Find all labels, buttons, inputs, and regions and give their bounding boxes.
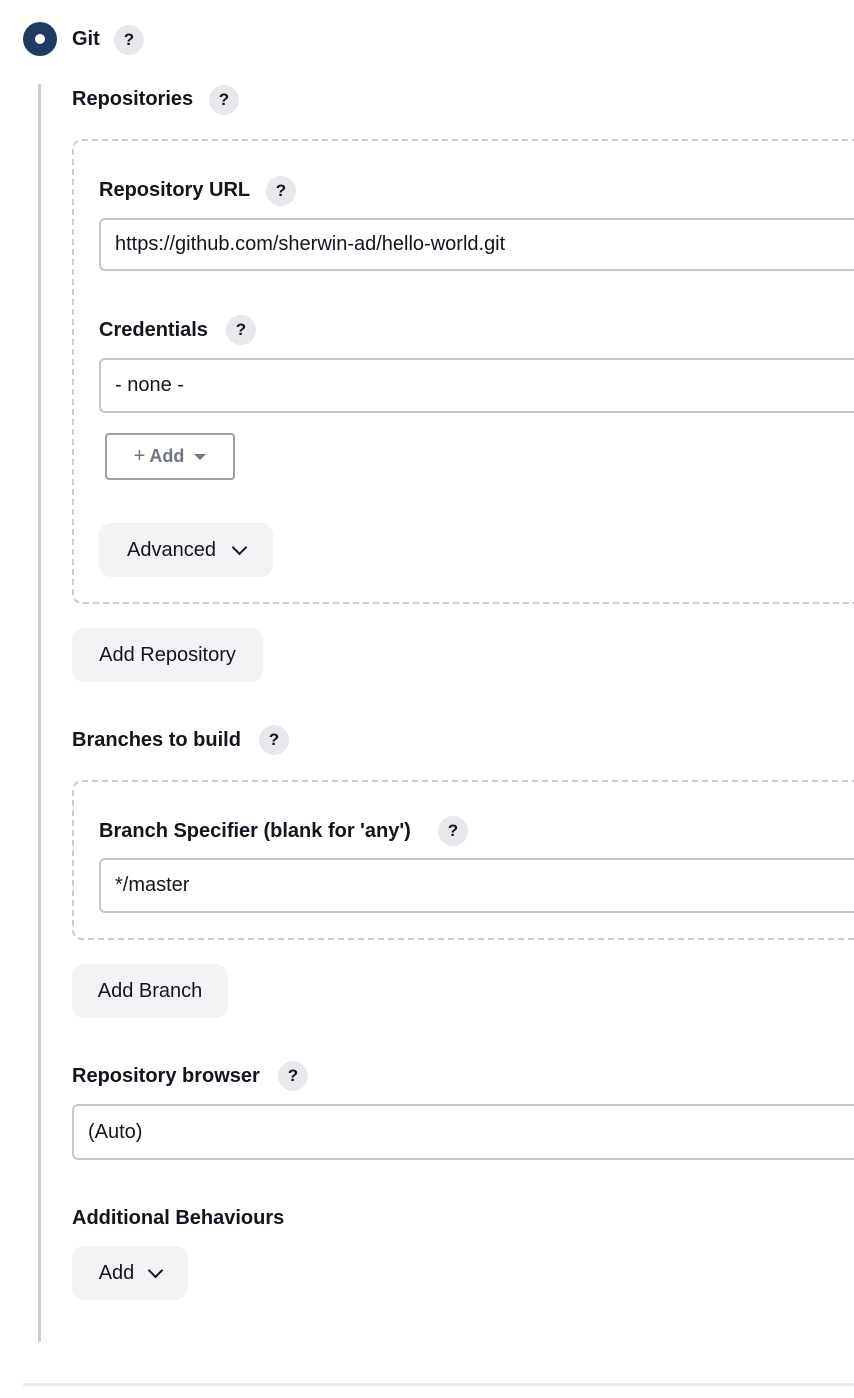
branch-specifier-help-icon[interactable]: ? [438,816,468,846]
plus-icon: + [133,445,146,467]
radio-selected-dot [35,34,45,44]
git-option-label: Git [72,28,100,50]
repositories-help-icon[interactable]: ? [209,85,239,115]
credentials-select[interactable]: - none - [99,358,854,413]
caret-down-icon [194,453,207,460]
additional-behaviours-label: Additional Behaviours [72,1207,285,1229]
repository-url-input[interactable]: https://github.com/sherwin-ad/hello-worl… [99,218,854,271]
add-behaviour-label: Add [98,1261,135,1284]
repository-browser-select[interactable]: (Auto) [72,1104,854,1160]
add-behaviour-button[interactable]: Add [72,1246,188,1300]
repository-browser-help-icon[interactable]: ? [278,1061,308,1091]
branches-label: Branches to build [72,729,241,751]
repository-url-label: Repository URL [99,179,251,201]
branches-help-icon[interactable]: ? [259,725,289,755]
add-branch-label: Add Branch [97,979,203,1002]
repository-browser-label: Repository browser [72,1065,260,1087]
chevron-down-icon [148,1262,164,1278]
add-credentials-label: Add [149,446,185,466]
git-radio[interactable] [23,22,57,56]
repositories-label: Repositories [72,88,194,110]
advanced-label: Advanced [127,538,216,561]
branch-specifier-input[interactable]: */master [99,858,854,913]
credentials-help-icon[interactable]: ? [226,315,256,345]
section-divider [23,1383,854,1386]
add-repository-label: Add Repository [99,643,236,666]
branch-specifier-label: Branch Specifier (blank for 'any') [99,820,411,842]
chevron-down-icon [231,539,248,555]
section-guide-line [38,84,41,1342]
add-credentials-button[interactable]: + Add [105,433,235,480]
repository-url-help-icon[interactable]: ? [266,176,296,206]
advanced-button[interactable]: Advanced [99,523,273,577]
add-branch-button[interactable]: Add Branch [72,964,228,1018]
add-repository-button[interactable]: Add Repository [72,628,263,682]
credentials-label: Credentials [99,319,208,341]
git-help-icon[interactable]: ? [114,25,144,55]
